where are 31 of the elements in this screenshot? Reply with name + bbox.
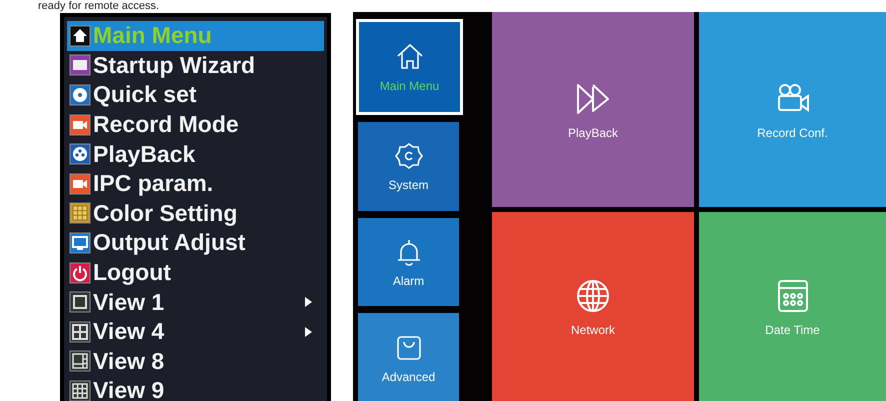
- menu-item[interactable]: Logout: [67, 258, 324, 288]
- menu-item[interactable]: View 4: [67, 316, 324, 347]
- window-icon: [69, 54, 91, 76]
- menu-item[interactable]: View 1: [67, 287, 324, 317]
- menu-item[interactable]: Color Setting: [67, 198, 324, 228]
- globe-icon: [574, 277, 612, 315]
- menu-item[interactable]: View 9: [67, 376, 324, 401]
- camera-icon: [69, 172, 91, 195]
- square-icon: [69, 291, 91, 314]
- grid-icon: [69, 202, 91, 224]
- menu-tile[interactable]: PlayBack: [492, 12, 694, 207]
- grid-icon: [69, 320, 91, 343]
- menu-item[interactable]: Output Adjust: [67, 228, 324, 258]
- menu-item[interactable]: Startup Wizard: [67, 50, 324, 80]
- monitor-icon: [69, 232, 91, 254]
- sidebar-tile[interactable]: Alarm: [358, 218, 459, 306]
- menu-item[interactable]: View 8: [67, 346, 324, 376]
- menu-item[interactable]: IPC param.: [67, 168, 324, 199]
- menu-tile[interactable]: Network: [492, 212, 694, 401]
- grid-icon: [69, 350, 91, 372]
- reel-icon: [69, 143, 91, 166]
- menu-item[interactable]: Record Mode: [67, 110, 324, 140]
- menu-item[interactable]: Quick set: [67, 80, 324, 110]
- power-icon: [69, 262, 91, 284]
- menu-item[interactable]: PlayBack: [67, 139, 324, 169]
- sidebar-tile[interactable]: System: [358, 122, 459, 210]
- home-icon: [69, 24, 91, 47]
- camera-icon: [69, 114, 91, 136]
- caption-text: ready for remote access.: [38, 0, 160, 12]
- sidebar-tile[interactable]: Advanced: [358, 313, 459, 401]
- grid-icon: [69, 380, 91, 401]
